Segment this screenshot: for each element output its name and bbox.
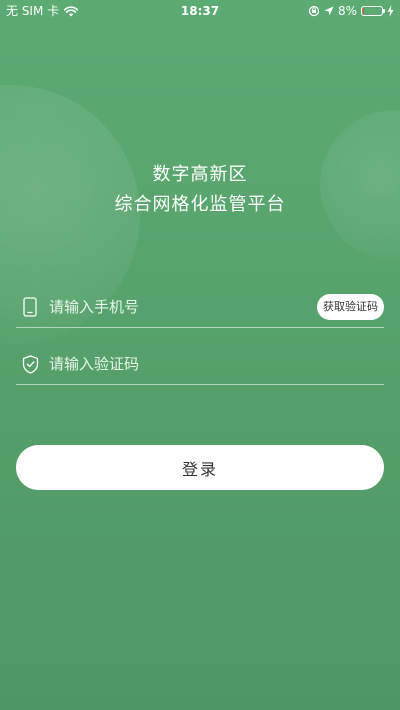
status-bar: 无 SIM 卡 18:37 8% xyxy=(0,0,400,22)
status-bar-right: 8% xyxy=(308,0,394,22)
shield-check-icon xyxy=(19,353,41,375)
login-screen: 无 SIM 卡 18:37 8% 数字高新区 综合网格化监管平台 请输入手机号 … xyxy=(0,0,400,710)
phone-icon xyxy=(19,296,41,318)
phone-input-row: 获取验证码 xyxy=(16,287,384,328)
location-arrow-icon xyxy=(324,6,334,16)
phone-input[interactable] xyxy=(49,292,317,322)
code-input-row xyxy=(16,344,384,385)
orientation-lock-icon xyxy=(308,5,320,17)
title-line-1: 数字高新区 xyxy=(152,164,248,185)
get-code-button[interactable]: 获取验证码 xyxy=(317,294,384,320)
code-input[interactable] xyxy=(49,349,384,379)
battery-tip xyxy=(383,9,385,13)
battery-level xyxy=(363,8,364,14)
battery-icon xyxy=(361,6,385,16)
battery-percent: 8% xyxy=(337,4,357,18)
charging-bolt-icon xyxy=(387,5,394,17)
title-line-2: 综合网格化监管平台 xyxy=(114,194,286,215)
app-title: 数字高新区 综合网格化监管平台 xyxy=(0,160,400,220)
login-button[interactable]: 登录 xyxy=(16,445,384,490)
